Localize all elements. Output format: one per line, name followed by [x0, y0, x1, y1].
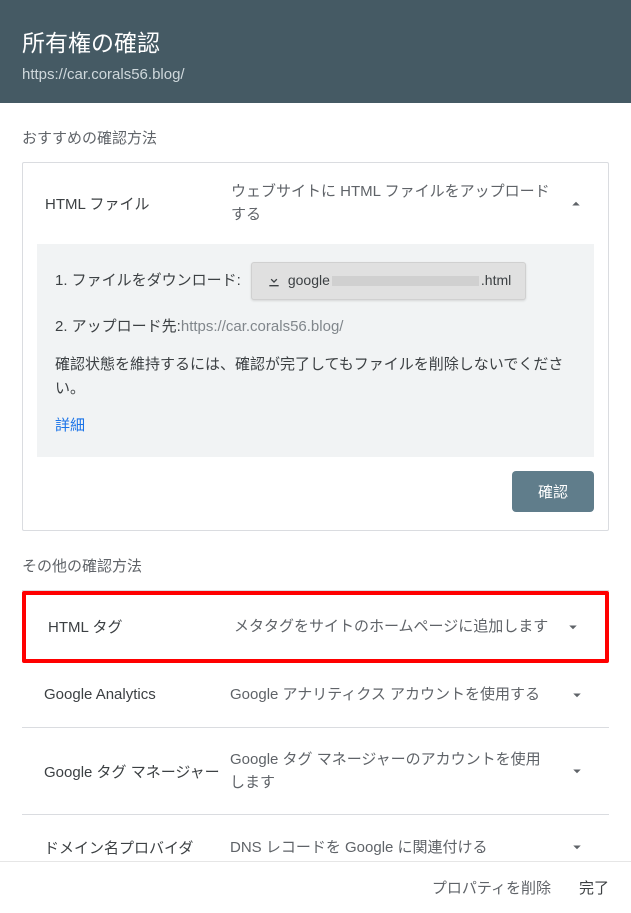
step1-label: 1. ファイルをダウンロード: — [55, 268, 241, 294]
confirm-button[interactable]: 確認 — [512, 471, 594, 512]
details-link[interactable]: 詳細 — [55, 413, 576, 439]
html-file-header[interactable]: HTML ファイル ウェブサイトに HTML ファイルをアップロードする — [23, 163, 608, 244]
method-title: ドメイン名プロバイダ — [44, 837, 230, 858]
method-desc: Google タグ マネージャーのアカウントを使用します — [230, 748, 565, 795]
dialog-content: おすすめの確認方法 HTML ファイル ウェブサイトに HTML ファイルをアッ… — [0, 127, 631, 879]
method-desc: Google アナリティクス アカウントを使用する — [230, 683, 565, 706]
step-1: 1. ファイルをダウンロード: google .html — [55, 262, 576, 300]
chevron-down-icon — [561, 615, 585, 639]
download-icon — [266, 273, 282, 289]
delete-property-button[interactable]: プロパティを削除 — [432, 877, 551, 898]
method-desc: メタタグをサイトのホームページに追加します — [234, 615, 561, 638]
recommended-method-card: HTML ファイル ウェブサイトに HTML ファイルをアップロードする 1. … — [22, 162, 609, 531]
done-button[interactable]: 完了 — [579, 877, 609, 898]
step2-label: 2. アップロード先: — [55, 314, 181, 340]
chevron-down-icon — [565, 759, 589, 783]
chevron-down-icon — [565, 683, 589, 707]
method-html-tag[interactable]: HTML タグ メタタグをサイトのホームページに追加します — [22, 591, 609, 663]
page-title: 所有権の確認 — [22, 24, 609, 58]
other-methods-label: その他の確認方法 — [22, 555, 609, 576]
dialog-header: 所有権の確認 https://car.corals56.blog/ — [0, 0, 631, 103]
download-suffix: .html — [481, 269, 511, 293]
other-methods-list: HTML タグ メタタグをサイトのホームページに追加します Google Ana… — [22, 590, 609, 880]
chevron-up-icon — [564, 192, 588, 216]
html-file-body: 1. ファイルをダウンロード: google .html 2. アップロード先:… — [37, 244, 594, 457]
redacted-filename — [332, 276, 479, 286]
dialog-footer: プロパティを削除 完了 — [0, 861, 631, 913]
recommended-label: おすすめの確認方法 — [22, 127, 609, 148]
retain-file-note: 確認状態を維持するには、確認が完了してもファイルを削除しないでください。 — [55, 353, 576, 401]
confirm-row: 確認 — [23, 471, 608, 530]
chevron-down-icon — [565, 835, 589, 859]
method-desc: ウェブサイトに HTML ファイルをアップロードする — [231, 181, 564, 226]
method-google-analytics[interactable]: Google Analytics Google アナリティクス アカウントを使用… — [22, 663, 609, 728]
download-prefix: google — [288, 269, 330, 293]
method-title: Google Analytics — [44, 686, 230, 703]
method-title: Google タグ マネージャー — [44, 761, 230, 782]
property-url: https://car.corals56.blog/ — [22, 66, 609, 83]
download-file-button[interactable]: google .html — [251, 262, 526, 300]
method-title: HTML タグ — [48, 616, 234, 637]
upload-url: https://car.corals56.blog/ — [181, 314, 344, 340]
method-desc: DNS レコードを Google に関連付ける — [230, 836, 565, 859]
method-google-tag-manager[interactable]: Google タグ マネージャー Google タグ マネージャーのアカウントを… — [22, 728, 609, 816]
method-title: HTML ファイル — [45, 193, 231, 214]
step-2: 2. アップロード先: https://car.corals56.blog/ — [55, 314, 576, 340]
